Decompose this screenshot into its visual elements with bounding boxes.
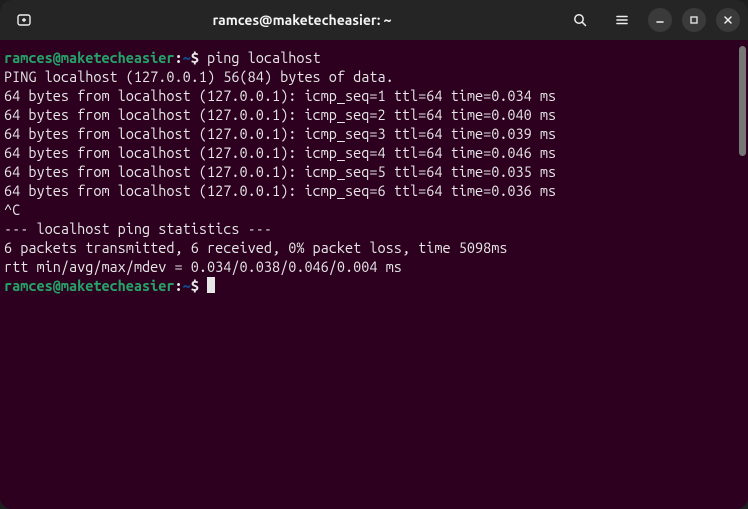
- maximize-icon: [689, 15, 699, 25]
- ping-reply: 64 bytes from localhost (127.0.0.1): icm…: [4, 86, 744, 105]
- search-icon: [572, 12, 588, 28]
- stats-header: --- localhost ping statistics ---: [4, 219, 744, 238]
- prompt-sep: :: [175, 49, 183, 66]
- maximize-button[interactable]: [682, 8, 706, 32]
- prompt-user-host: ramces@maketecheasier: [4, 277, 175, 294]
- command-text: ping localhost: [207, 49, 321, 66]
- prompt-sep: :: [175, 277, 183, 294]
- search-button[interactable]: [564, 4, 596, 36]
- ping-reply: 64 bytes from localhost (127.0.0.1): icm…: [4, 105, 744, 124]
- interrupt: ^C: [4, 200, 744, 219]
- titlebar: ramces@maketecheasier: ~: [0, 0, 748, 40]
- terminal-body[interactable]: ramces@maketecheasier:~$ ping localhost …: [0, 40, 748, 509]
- ping-reply: 64 bytes from localhost (127.0.0.1): icm…: [4, 124, 744, 143]
- close-button[interactable]: [716, 8, 740, 32]
- new-tab-button[interactable]: [8, 4, 40, 36]
- window-title: ramces@maketecheasier: ~: [40, 12, 564, 28]
- close-icon: [723, 15, 733, 25]
- stats-rtt: rtt min/avg/max/mdev = 0.034/0.038/0.046…: [4, 257, 744, 276]
- prompt-path: ~: [183, 49, 191, 66]
- prompt-line: ramces@maketecheasier:~$ ping localhost: [4, 48, 744, 67]
- terminal-window: ramces@maketecheasier: ~: [0, 0, 748, 509]
- minimize-icon: [655, 15, 665, 25]
- menu-button[interactable]: [606, 4, 638, 36]
- ping-reply: 64 bytes from localhost (127.0.0.1): icm…: [4, 162, 744, 181]
- prompt-path: ~: [183, 277, 191, 294]
- hamburger-icon: [614, 12, 630, 28]
- prompt-line: ramces@maketecheasier:~$: [4, 276, 744, 295]
- stats-summary: 6 packets transmitted, 6 received, 0% pa…: [4, 238, 744, 257]
- prompt-symbol: $: [191, 277, 199, 294]
- cursor: [207, 277, 215, 293]
- new-tab-icon: [16, 12, 32, 28]
- scrollbar-thumb[interactable]: [739, 46, 746, 156]
- prompt-user-host: ramces@maketecheasier: [4, 49, 175, 66]
- ping-header: PING localhost (127.0.0.1) 56(84) bytes …: [4, 67, 744, 86]
- ping-reply: 64 bytes from localhost (127.0.0.1): icm…: [4, 181, 744, 200]
- prompt-symbol: $: [191, 49, 199, 66]
- minimize-button[interactable]: [648, 8, 672, 32]
- ping-reply: 64 bytes from localhost (127.0.0.1): icm…: [4, 143, 744, 162]
